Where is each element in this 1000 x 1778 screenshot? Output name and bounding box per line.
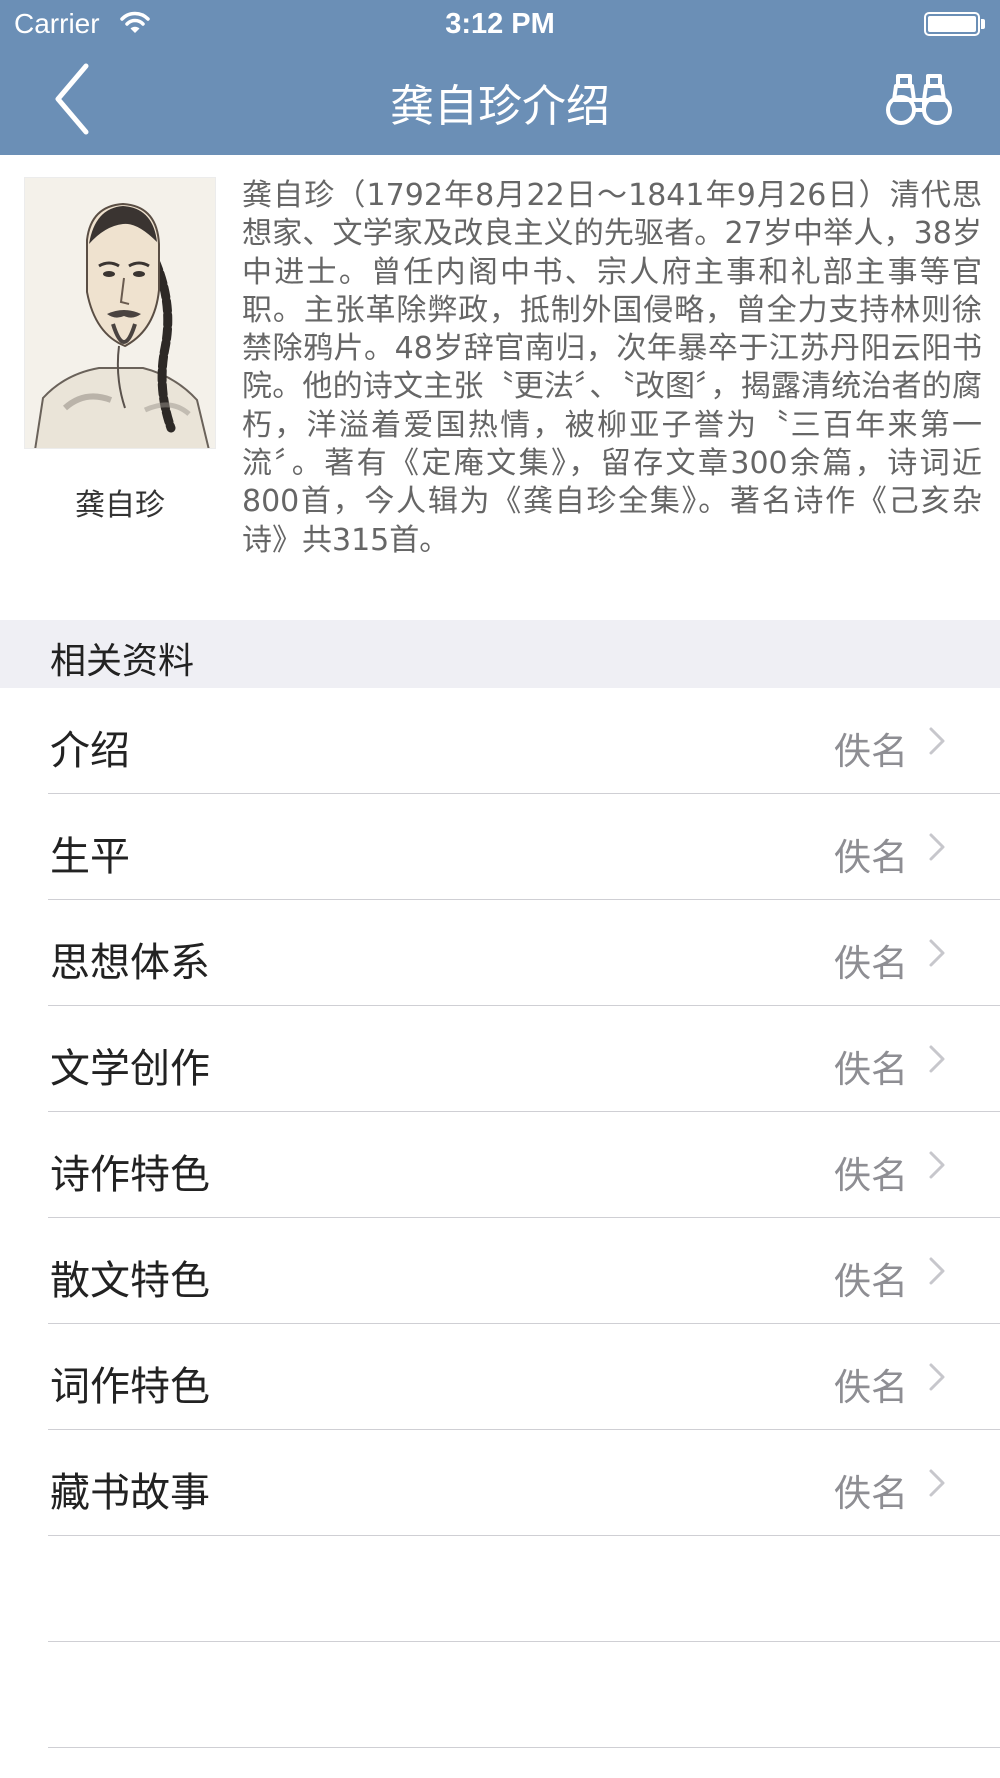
list-item-author: 佚名 (834, 1366, 908, 1409)
section-title: 相关资料 (50, 641, 195, 682)
list-item-author: 佚名 (834, 1260, 908, 1303)
chevron-right-icon (929, 1045, 945, 1073)
binoculars-icon (886, 74, 952, 125)
list-item-book-collecting[interactable]: 藏书故事 佚名 (0, 1430, 1000, 1536)
related-list: 介绍 佚名 生平 佚名 思想体系 佚名 文学创作 佚名 诗作特色 佚名 散文特色… (0, 688, 1000, 1748)
binoculars-button[interactable] (884, 70, 954, 128)
list-item-poetry-features[interactable]: 诗作特色 佚名 (0, 1112, 1000, 1218)
chevron-right-icon (929, 1257, 945, 1285)
back-button[interactable] (52, 62, 112, 136)
list-item-author: 佚名 (834, 1048, 908, 1091)
list-item-label: 藏书故事 (50, 1470, 210, 1516)
chevron-left-icon (55, 63, 89, 135)
list-item-thought-system[interactable]: 思想体系 佚名 (0, 900, 1000, 1006)
author-portrait (24, 177, 216, 449)
list-item-author: 佚名 (834, 942, 908, 985)
portrait-caption: 龚自珍 (75, 488, 165, 523)
list-item-author: 佚名 (834, 730, 908, 773)
author-intro: 龚自珍 龚自珍（1792年8月22日～1841年9月26日）清代思想家、文学家及… (0, 155, 1000, 620)
list-item-author: 佚名 (834, 1154, 908, 1197)
status-time: 3:12 PM (445, 8, 555, 40)
portrait-illustration (25, 178, 215, 448)
battery-icon (924, 12, 980, 36)
chevron-right-icon (929, 1151, 945, 1179)
list-item-label: 介绍 (50, 728, 130, 774)
list-item-biography[interactable]: 生平 佚名 (0, 794, 1000, 900)
chevron-right-icon (929, 939, 945, 967)
status-bar: Carrier 3:12 PM (0, 0, 1000, 50)
empty-row (0, 1536, 1000, 1642)
list-item-label: 诗作特色 (50, 1152, 210, 1198)
list-item-label: 生平 (50, 834, 130, 880)
chevron-right-icon (929, 1469, 945, 1497)
section-header: 相关资料 (0, 620, 1000, 688)
chevron-right-icon (929, 833, 945, 861)
list-item-prose-features[interactable]: 散文特色 佚名 (0, 1218, 1000, 1324)
chevron-right-icon (929, 1363, 945, 1391)
author-bio: 龚自珍（1792年8月22日～1841年9月26日）清代思想家、文学家及改良主义… (242, 178, 982, 558)
list-item-author: 佚名 (834, 1472, 908, 1515)
list-item-label: 文学创作 (50, 1046, 210, 1092)
list-item-literary-creation[interactable]: 文学创作 佚名 (0, 1006, 1000, 1112)
chevron-right-icon (929, 727, 945, 755)
list-item-label: 散文特色 (50, 1258, 210, 1304)
empty-row (0, 1642, 1000, 1748)
list-item-label: 思想体系 (50, 940, 210, 986)
navigation-bar: Carrier 3:12 PM 龚自珍介绍 (0, 0, 1000, 155)
list-item-author: 佚名 (834, 836, 908, 879)
page-title: 龚自珍介绍 (390, 81, 610, 132)
list-item-label: 词作特色 (50, 1364, 210, 1410)
list-item-ci-features[interactable]: 词作特色 佚名 (0, 1324, 1000, 1430)
battery-tip (981, 19, 985, 29)
list-item-intro[interactable]: 介绍 佚名 (0, 688, 1000, 794)
